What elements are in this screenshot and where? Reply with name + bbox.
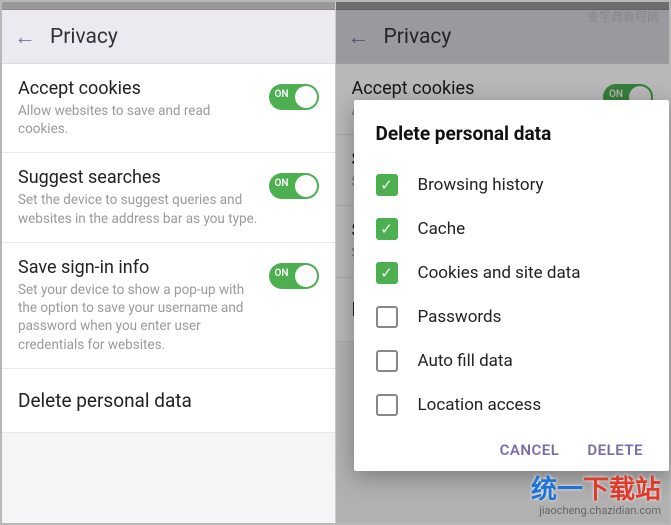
check-row-cache[interactable]: ✓ Cache (376, 207, 648, 251)
checkbox-icon[interactable] (376, 306, 398, 328)
dialog-title: Delete personal data (376, 122, 648, 145)
setting-title: Suggest searches (18, 167, 259, 188)
check-label: Auto fill data (418, 351, 513, 371)
checkbox-icon[interactable] (376, 394, 398, 416)
toggle-knob (295, 86, 317, 108)
check-row-location[interactable]: Location access (376, 383, 648, 427)
setting-title: Save sign-in info (18, 257, 259, 278)
checkmark-icon: ✓ (380, 222, 393, 237)
setting-desc: Set the device to suggest queries and we… (18, 191, 259, 227)
checkmark-icon: ✓ (380, 178, 393, 193)
check-label: Passwords (418, 307, 502, 327)
delete-personal-data-dialog: Delete personal data ✓ Browsing history … (354, 100, 670, 471)
page-title: Privacy (50, 25, 118, 49)
privacy-delete-dialog-screen: ← Privacy Accept cookies Al ON S Se we (336, 2, 670, 523)
check-label: Cache (418, 219, 466, 239)
toggle-knob (295, 265, 317, 287)
check-label: Cookies and site data (418, 263, 581, 283)
setting-desc: Set your device to show a pop-up with th… (18, 281, 259, 354)
header-bar: ← Privacy (2, 10, 335, 64)
checkbox-icon[interactable]: ✓ (376, 218, 398, 240)
delete-label: Delete personal data (18, 389, 192, 412)
privacy-settings-screen: ← Privacy Accept cookies Allow websites … (2, 2, 336, 523)
back-arrow-icon[interactable]: ← (14, 24, 36, 50)
setting-desc: Allow websites to save and read cookies. (18, 102, 259, 138)
check-row-autofill[interactable]: Auto fill data (376, 339, 648, 383)
check-label: Browsing history (418, 175, 544, 195)
settings-list: Accept cookies Allow websites to save an… (2, 64, 335, 433)
checkbox-icon[interactable] (376, 350, 398, 372)
check-row-cookies[interactable]: ✓ Cookies and site data (376, 251, 648, 295)
checkbox-icon[interactable]: ✓ (376, 174, 398, 196)
delete-personal-data-row[interactable]: Delete personal data (2, 369, 335, 433)
delete-button[interactable]: DELETE (587, 441, 643, 459)
dialog-actions: CANCEL DELETE (376, 441, 648, 459)
toggle-on-label: ON (275, 89, 289, 100)
toggle-suggest-searches[interactable]: ON (269, 173, 319, 199)
check-row-passwords[interactable]: Passwords (376, 295, 648, 339)
setting-save-signin[interactable]: Save sign-in info Set your device to sho… (2, 243, 335, 369)
toggle-knob (295, 175, 317, 197)
toggle-on-label: ON (275, 178, 289, 189)
toggle-accept-cookies[interactable]: ON (269, 84, 319, 110)
toggle-on-label: ON (275, 268, 289, 279)
toggle-save-signin[interactable]: ON (269, 263, 319, 289)
cancel-button[interactable]: CANCEL (500, 441, 560, 459)
checkmark-icon: ✓ (380, 266, 393, 281)
check-row-browsing-history[interactable]: ✓ Browsing history (376, 163, 648, 207)
setting-suggest-searches[interactable]: Suggest searches Set the device to sugge… (2, 153, 335, 242)
check-label: Location access (418, 395, 542, 415)
status-bar (2, 2, 335, 10)
setting-accept-cookies[interactable]: Accept cookies Allow websites to save an… (2, 64, 335, 153)
checkbox-icon[interactable]: ✓ (376, 262, 398, 284)
setting-title: Accept cookies (18, 78, 259, 99)
empty-area (2, 433, 335, 523)
